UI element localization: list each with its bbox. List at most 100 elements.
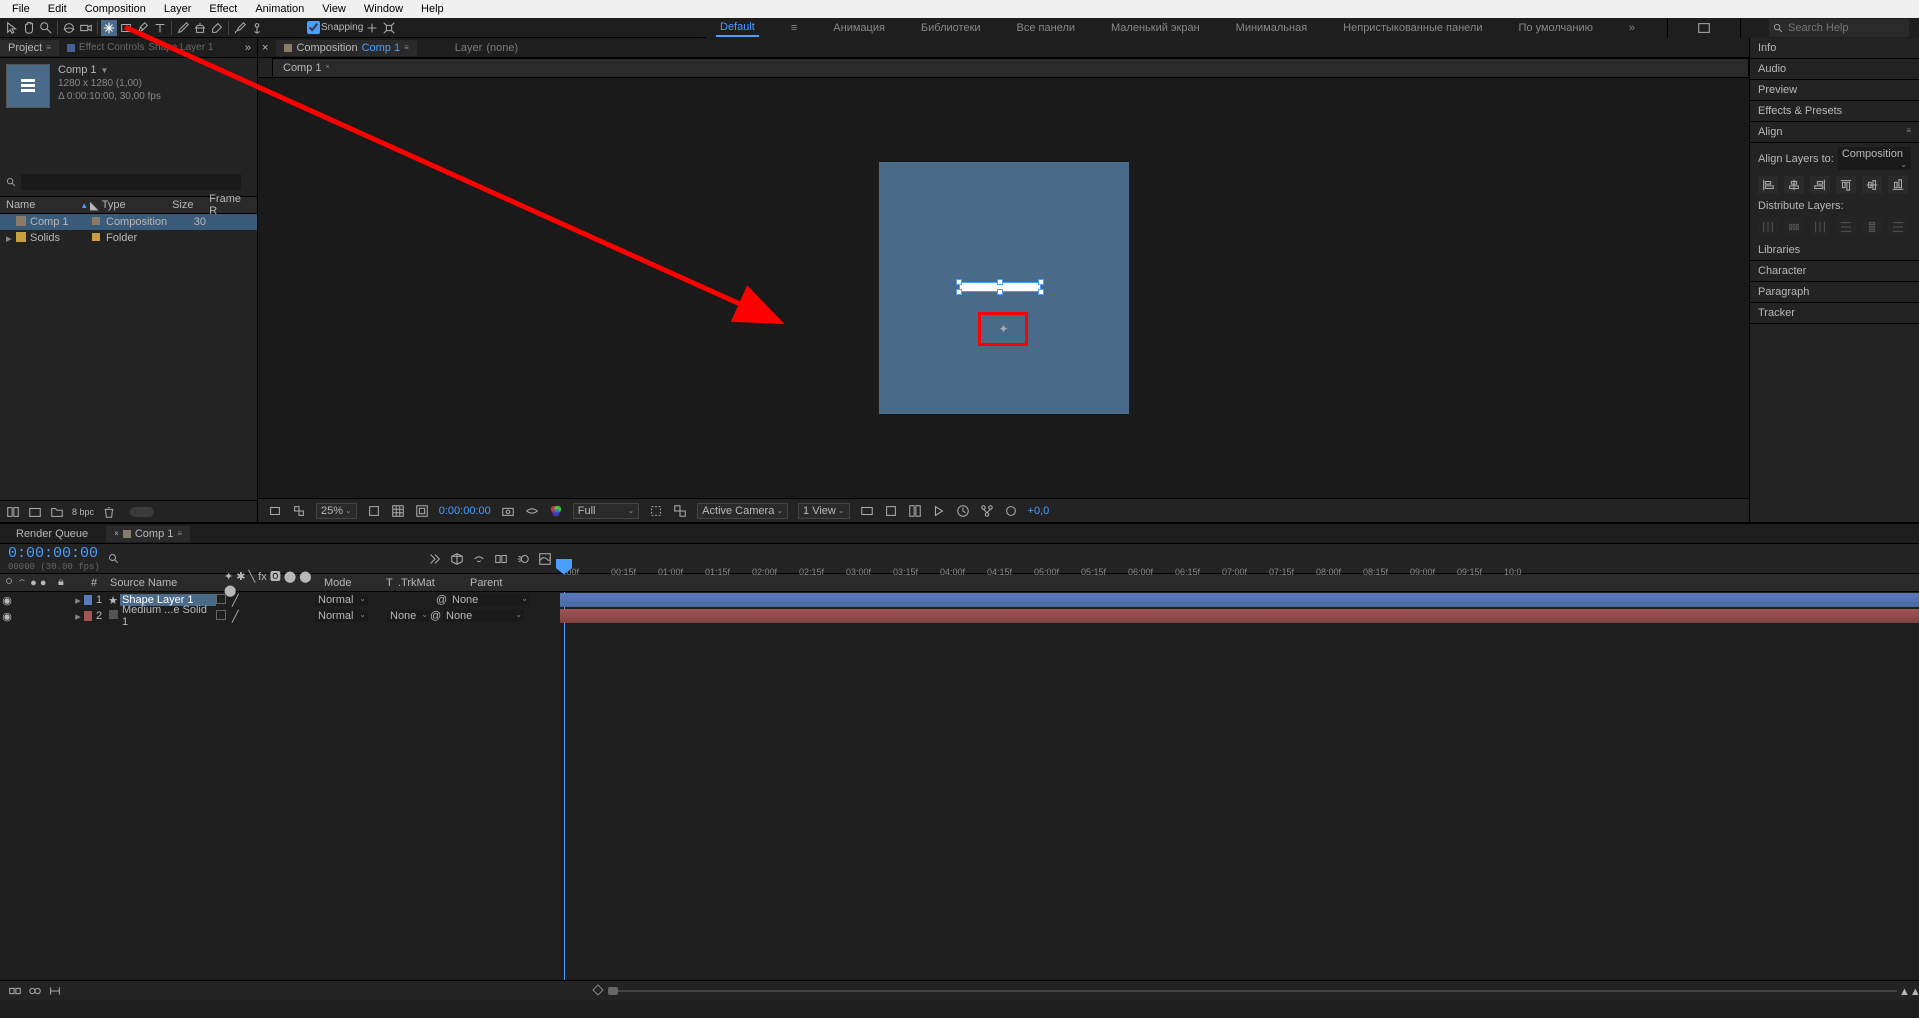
col-number[interactable]: # [82,577,106,589]
resolution-icon[interactable] [367,504,381,518]
fast-preview-icon[interactable] [932,504,946,518]
comp-inner-tab[interactable]: Comp 1 × [272,58,1749,76]
sort-indicator[interactable]: ▲ [80,201,90,210]
align-hcenter[interactable] [1784,176,1804,194]
transparency-icon[interactable] [673,504,687,518]
roto-brush-tool[interactable] [232,20,248,36]
exposure-reset-icon[interactable] [1004,504,1018,518]
tab-render-queue[interactable]: Render Queue [8,526,96,542]
hand-tool[interactable] [21,20,37,36]
menu-animation[interactable]: Animation [247,2,312,16]
mask-icon[interactable] [415,504,429,518]
type-tool[interactable] [152,20,168,36]
layer-name[interactable]: Medium ...e Solid 1 [120,604,216,628]
workspace-animation[interactable]: Анимация [829,20,889,36]
col-mode[interactable]: Mode [324,577,386,589]
zoom-dropdown[interactable]: 25% ⌄ [316,503,357,519]
project-item-comp1[interactable]: Comp 1 Composition 30 [0,214,257,230]
composition-thumbnail[interactable] [6,64,50,108]
magnification-icon[interactable] [268,504,282,518]
menu-file[interactable]: File [4,2,38,16]
workspace-overflow[interactable]: » [1625,20,1639,36]
layer-expand[interactable]: ▸ [72,594,84,607]
col-parent[interactable]: Parent [470,577,570,589]
motion-blur-icon[interactable] [516,552,530,566]
zoom-in-handle[interactable]: ▲▲ [1899,986,1911,994]
parent-pickwhip[interactable]: @ [436,594,450,606]
sync-settings-icon[interactable] [1696,20,1712,36]
layer-trkmat[interactable]: None ⌄ [388,610,430,622]
brush-tool[interactable] [175,20,191,36]
visibility-toggle[interactable]: ◉ [0,610,14,623]
eraser-tool[interactable] [209,20,225,36]
playhead-line[interactable] [564,592,565,980]
align-right[interactable] [1810,176,1830,194]
snapping-checkbox[interactable] [307,21,320,34]
current-timecode[interactable]: 0:00:00:00 [8,545,100,562]
menu-layer[interactable]: Layer [156,2,200,16]
menu-edit[interactable]: Edit [40,2,75,16]
resolution-dropdown[interactable]: Full ⌄ [573,503,639,519]
align-vcenter[interactable] [1862,176,1882,194]
tab-composition[interactable]: Composition Comp 1 ≡ [276,40,416,56]
menu-view[interactable]: View [314,2,354,16]
col-trkmat[interactable]: .TrkMat [398,577,470,589]
col-t[interactable]: T [386,577,398,589]
camera-dropdown[interactable]: Active Camera ⌄ [697,503,788,519]
layer-switches[interactable]: ╱ [216,594,316,607]
panel-libraries[interactable]: Libraries [1750,240,1919,261]
tab-layer[interactable]: Layer (none) [447,40,526,56]
interpret-footage-icon[interactable] [6,505,20,519]
align-bottom[interactable] [1888,176,1908,194]
graph-editor-icon[interactable] [538,552,552,566]
align-top[interactable] [1836,176,1856,194]
project-search-input[interactable] [21,174,241,190]
snapshot-icon[interactable] [501,504,515,518]
panel-info[interactable]: Info [1750,38,1919,59]
visibility-toggle[interactable]: ◉ [0,594,14,607]
project-bpc[interactable]: 8 bpc [72,507,94,517]
workspace-all-panels[interactable]: Все панели [1013,20,1079,36]
view-option-3[interactable] [908,504,922,518]
zoom-slider-track[interactable] [608,990,1897,992]
workspace-default-ru[interactable]: По умолчанию [1514,20,1596,36]
align-to-dropdown[interactable]: Composition ⌄ [1838,147,1911,170]
selection-tool[interactable] [4,20,20,36]
grid-icon[interactable] [391,504,405,518]
flowchart-icon[interactable] [980,504,994,518]
search-help[interactable] [1769,19,1909,37]
zoom-slider-thumb[interactable] [608,987,618,995]
puppet-pin-tool[interactable] [249,20,265,36]
col-type[interactable]: Type [102,199,172,211]
menu-effect[interactable]: Effect [201,2,245,16]
trash-icon[interactable] [102,505,116,519]
snap-option-2[interactable] [381,20,397,36]
composition-canvas[interactable]: ✦ [879,162,1129,414]
tab-composition-close[interactable]: × [258,40,276,56]
rectangle-tool[interactable] [118,20,134,36]
snap-option-1[interactable] [364,20,380,36]
layer-color[interactable] [84,595,92,605]
col-name[interactable]: Name [6,199,80,211]
menu-help[interactable]: Help [413,2,452,16]
col-size[interactable]: Size [172,199,209,211]
timeline-search-icon[interactable] [108,553,120,565]
panel-audio[interactable]: Audio [1750,59,1919,80]
align-left[interactable] [1758,176,1778,194]
layer-expand[interactable]: ▸ [72,610,84,623]
workspace-default[interactable]: Default [716,19,759,37]
toggle-inout-icon[interactable] [48,984,62,998]
tab-effect-controls[interactable]: Effect Controls Shape Layer 1 [59,40,221,55]
layer-parent[interactable]: None ⌄ [450,594,530,606]
panel-paragraph[interactable]: Paragraph [1750,282,1919,303]
anchor-point-icon[interactable]: ✦ [999,322,1009,336]
clone-stamp-tool[interactable] [192,20,208,36]
show-snapshot-icon[interactable] [525,504,539,518]
view-option-2[interactable] [884,504,898,518]
tab-timeline-comp[interactable]: × Comp 1 ≡ [106,526,190,542]
view-option-1[interactable] [860,504,874,518]
zoom-out-handle[interactable] [592,984,603,995]
shape-layer-rect[interactable] [959,282,1041,292]
channel-icon[interactable] [549,504,563,518]
panel-character[interactable]: Character [1750,261,1919,282]
